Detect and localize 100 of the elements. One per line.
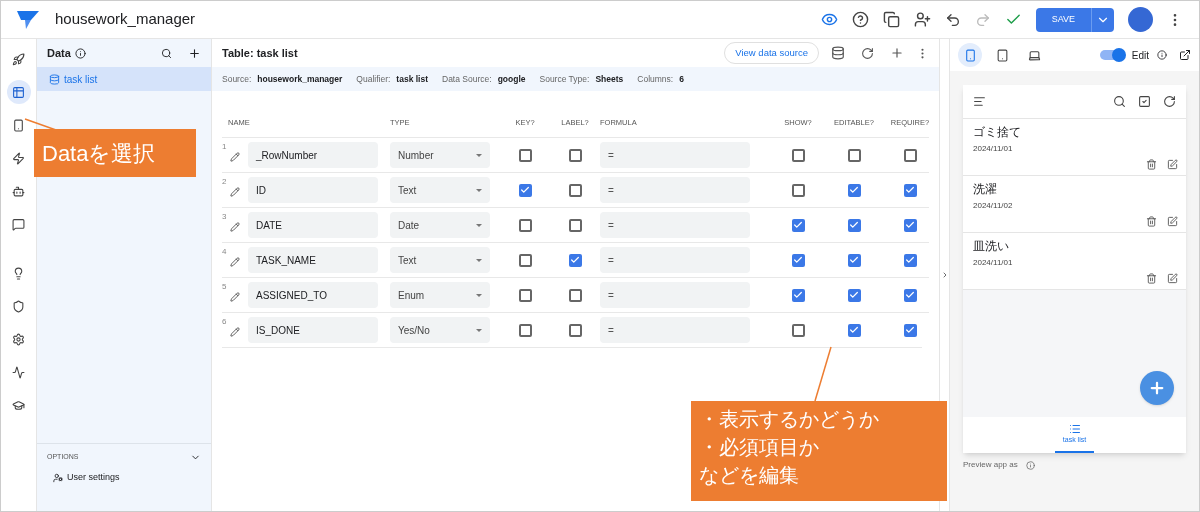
database-icon	[49, 73, 60, 85]
add-button[interactable]	[1140, 371, 1174, 405]
formula-field[interactable]: =	[600, 177, 750, 203]
formula-field[interactable]: =	[600, 247, 750, 273]
checkbox[interactable]	[568, 218, 582, 232]
type-dropdown[interactable]: Number	[390, 142, 490, 168]
preview-icon[interactable]	[820, 11, 838, 28]
name-field[interactable]: DATE	[248, 212, 378, 238]
edit-icon[interactable]	[1167, 273, 1178, 284]
checkbox[interactable]	[903, 218, 917, 232]
checkbox[interactable]	[847, 218, 861, 232]
checkbox[interactable]	[903, 288, 917, 302]
item-title: 皿洗い	[973, 239, 1010, 253]
edit-label: Edit	[1131, 48, 1149, 63]
refresh-icon[interactable]	[861, 46, 874, 60]
edit-icon[interactable]	[230, 152, 241, 162]
formula-field[interactable]: =	[600, 282, 750, 308]
search-icon[interactable]	[1113, 95, 1126, 108]
checkbox[interactable]	[568, 148, 582, 162]
trash-icon[interactable]	[1146, 159, 1157, 170]
info-icon[interactable]	[74, 47, 86, 59]
list-item[interactable]: 洗濯 2024/11/02	[963, 176, 1186, 233]
checkbox[interactable]	[791, 288, 805, 302]
checkbox[interactable]	[568, 288, 582, 302]
name-field[interactable]: ID	[248, 177, 378, 203]
info-icon[interactable]	[1157, 50, 1167, 60]
name-field[interactable]: _RowNumber	[248, 142, 378, 168]
row-number: 1	[222, 141, 227, 153]
checkbox[interactable]	[791, 183, 805, 197]
name-field[interactable]: ASSIGNED_TO	[248, 282, 378, 308]
trash-icon[interactable]	[1146, 216, 1157, 227]
menu-icon[interactable]	[973, 95, 986, 108]
checkbox[interactable]	[903, 183, 917, 197]
list-icon	[1068, 423, 1081, 435]
formula-field[interactable]: =	[600, 212, 750, 238]
meta-label: Qualifier:	[356, 72, 391, 86]
edit-icon[interactable]	[1167, 216, 1178, 227]
checkbox[interactable]	[903, 323, 917, 337]
edit-icon[interactable]	[230, 222, 241, 232]
user-settings-icon	[53, 472, 63, 483]
checkbox[interactable]	[518, 288, 532, 302]
name-field[interactable]: TASK_NAME	[248, 247, 378, 273]
meta-label: Data Source:	[442, 72, 492, 86]
checkbox[interactable]	[518, 148, 532, 162]
help-icon[interactable]	[851, 11, 869, 28]
undo-icon[interactable]	[944, 11, 961, 28]
checkbox[interactable]	[518, 323, 532, 337]
edit-icon[interactable]	[1167, 159, 1178, 170]
checkbox[interactable]	[791, 148, 805, 162]
type-dropdown[interactable]: Enum	[390, 282, 490, 308]
row-number: 3	[222, 211, 227, 223]
row-number: 5	[222, 281, 227, 293]
avatar[interactable]	[1128, 7, 1153, 32]
checkbox[interactable]	[568, 183, 582, 197]
checkbox[interactable]	[903, 148, 917, 162]
table-item[interactable]: task list	[37, 67, 211, 91]
open-external-icon[interactable]	[1179, 49, 1191, 61]
edit-toggle[interactable]	[1099, 50, 1124, 60]
edit-icon[interactable]	[230, 292, 241, 302]
checkbox[interactable]	[791, 218, 805, 232]
meta-label: Columns:	[637, 72, 674, 86]
list-item[interactable]: ゴミ捨て 2024/11/01	[963, 119, 1186, 176]
formula-field[interactable]: =	[600, 142, 750, 168]
type-dropdown[interactable]: Date	[390, 212, 490, 238]
checkbox[interactable]	[518, 218, 532, 232]
type-dropdown[interactable]: Yes/No	[390, 317, 490, 343]
checkbox[interactable]	[791, 323, 805, 337]
add-user-icon[interactable]	[913, 11, 931, 28]
checkbox[interactable]	[847, 148, 861, 162]
checkbox-icon[interactable]	[1138, 95, 1151, 108]
checkbox[interactable]	[791, 253, 805, 267]
type-dropdown[interactable]: Text	[390, 247, 490, 273]
edit-icon[interactable]	[230, 327, 241, 337]
checkbox[interactable]	[518, 183, 532, 197]
database-settings-icon[interactable]	[831, 46, 845, 60]
type-dropdown[interactable]: Text	[390, 177, 490, 203]
options-item[interactable]: User settings	[53, 471, 201, 485]
callout: Dataを選択	[34, 129, 196, 177]
checkbox[interactable]	[847, 253, 861, 267]
refresh-icon[interactable]	[1163, 95, 1176, 108]
meta-value: housework_manager	[257, 72, 343, 86]
checkbox[interactable]	[847, 323, 861, 337]
name-field[interactable]: IS_DONE	[248, 317, 378, 343]
edit-icon[interactable]	[230, 257, 241, 267]
trash-icon[interactable]	[1146, 273, 1157, 284]
add-icon[interactable]	[188, 46, 201, 60]
copy-icon[interactable]	[882, 11, 900, 28]
formula-field[interactable]: =	[600, 317, 750, 343]
checkbox[interactable]	[847, 288, 861, 302]
checkbox[interactable]	[903, 253, 917, 267]
list-item[interactable]: 皿洗い 2024/11/01	[963, 233, 1186, 290]
edit-icon[interactable]	[230, 187, 241, 197]
phone-icon[interactable]	[958, 43, 982, 67]
checkbox[interactable]	[518, 253, 532, 267]
table-icon[interactable]	[6, 80, 31, 104]
checkbox[interactable]	[568, 253, 582, 267]
item-title: ゴミ捨て	[973, 125, 1022, 139]
search-icon[interactable]	[161, 47, 172, 59]
checkbox[interactable]	[568, 323, 582, 337]
checkbox[interactable]	[847, 183, 861, 197]
